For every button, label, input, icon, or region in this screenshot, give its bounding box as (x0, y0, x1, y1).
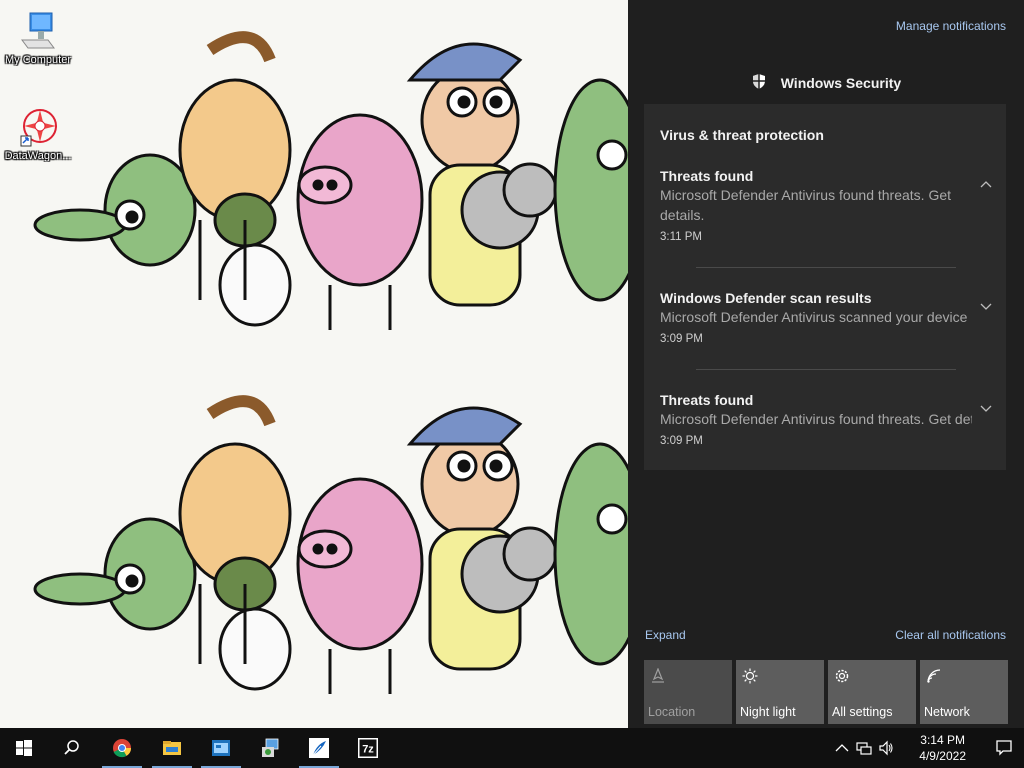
shield-icon (751, 73, 767, 93)
network-wired-icon[interactable] (856, 740, 872, 756)
notification-body: Microsoft Defender Antivirus scanned you… (660, 309, 968, 325)
action-center-button[interactable] (984, 728, 1024, 768)
notification-time: 3:09 PM (660, 435, 703, 447)
notification-app-name: Windows Security (780, 75, 902, 91)
notifications-icon (996, 740, 1012, 756)
volume-icon[interactable] (878, 740, 894, 756)
taskbar-clock[interactable]: 3:14 PM 4/9/2022 (919, 732, 966, 764)
search-icon (64, 740, 79, 755)
quick-action-label: Location (648, 705, 696, 719)
file-explorer-icon (163, 741, 181, 755)
taskbar-7zip[interactable]: 7z (344, 728, 392, 768)
desktop-icon-label: DataWagon... (4, 150, 72, 162)
installer-icon (262, 738, 279, 757)
datawagon-logo-icon (18, 106, 58, 148)
location-icon (652, 668, 664, 683)
notification-title: Threats found (660, 168, 754, 184)
notification-body: Microsoft Defender Antivirus found threa… (660, 187, 952, 223)
taskbar-installer[interactable] (246, 728, 294, 768)
start-button[interactable] (0, 728, 48, 768)
computer-icon (18, 10, 58, 52)
quick-action-network[interactable]: Network (920, 660, 1008, 724)
taskbar: 7z 3:14 PM 4/9/2022 (0, 728, 1024, 768)
chevron-down-icon[interactable] (980, 300, 992, 312)
taskbar-feather-app[interactable] (295, 728, 343, 768)
quick-action-label: Night light (740, 705, 796, 719)
notification-group-card: Virus & threat protection Threats found … (644, 104, 1006, 470)
network-icon (927, 669, 941, 683)
desktop-icon-my-computer[interactable]: My Computer (0, 10, 76, 66)
clear-all-notifications-link[interactable]: Clear all notifications (895, 628, 1006, 642)
chevron-up-icon[interactable] (980, 179, 992, 191)
svg-text:7z: 7z (362, 744, 374, 756)
quick-action-night-light[interactable]: Night light (736, 660, 824, 724)
notification-body: Microsoft Defender Antivirus found threa… (660, 411, 972, 427)
7zip-icon: 7z (358, 738, 378, 758)
notification-divider (696, 267, 956, 268)
taskbar-file-explorer[interactable] (148, 728, 196, 768)
chevron-up-icon[interactable] (834, 740, 850, 756)
system-tray: 3:14 PM 4/9/2022 (834, 728, 1024, 768)
taskbar-chrome[interactable] (98, 728, 146, 768)
notification-time: 3:11 PM (660, 231, 702, 243)
clock-date: 4/9/2022 (919, 749, 966, 763)
notification-item[interactable]: Threats found Microsoft Defender Antivir… (660, 391, 980, 447)
search-button[interactable] (48, 728, 96, 768)
chrome-icon (113, 739, 131, 758)
start-icon (16, 740, 32, 756)
quick-action-all-settings[interactable]: All settings (828, 660, 916, 724)
gear-icon (835, 669, 849, 683)
manage-notifications-link[interactable]: Manage notifications (896, 19, 1006, 33)
desktop-icon-datawagon[interactable]: DataWagon... (0, 106, 76, 162)
notification-item[interactable]: Threats found Microsoft Defender Antivir… (660, 167, 980, 243)
quick-action-label: Network (924, 705, 970, 719)
wallpaper-tile-top (33, 31, 628, 330)
quick-action-label: All settings (832, 705, 893, 719)
notification-title: Windows Defender scan results (660, 290, 872, 306)
notification-item[interactable]: Windows Defender scan results Microsoft … (660, 289, 980, 345)
expand-quick-actions-link[interactable]: Expand (645, 628, 686, 642)
wallpaper-tile-bottom (33, 395, 628, 694)
quick-action-location[interactable]: Location (644, 660, 732, 724)
night-light-icon (742, 668, 758, 684)
notification-title: Threats found (660, 392, 754, 408)
notification-time: 3:09 PM (660, 333, 703, 345)
notification-divider (696, 369, 956, 370)
desktop[interactable]: My Computer DataWagon... (0, 0, 628, 728)
app-icon (212, 740, 230, 756)
notification-group-title: Virus & threat protection (660, 127, 824, 143)
action-center-panel: Manage notifications Windows Security Vi… (628, 0, 1024, 728)
taskbar-app[interactable] (197, 728, 245, 768)
chevron-down-icon[interactable] (980, 402, 992, 414)
notification-app-header[interactable]: Windows Security (628, 73, 1024, 93)
desktop-icon-label: My Computer (4, 54, 72, 66)
clock-time: 3:14 PM (920, 733, 965, 747)
feather-app-icon (309, 738, 329, 758)
